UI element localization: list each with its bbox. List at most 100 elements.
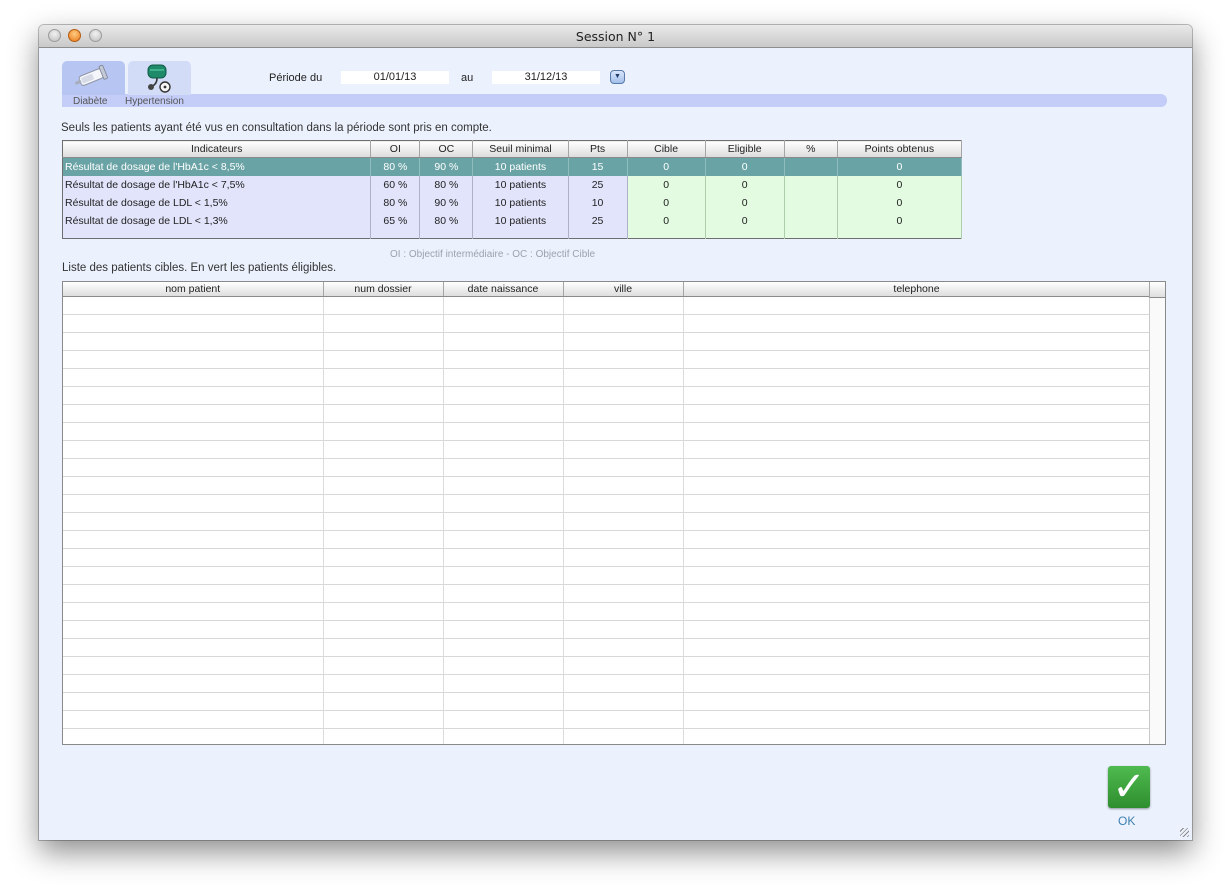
- indicator-oc: 80 %: [419, 176, 474, 194]
- patient-cell: [63, 530, 324, 549]
- indicator-seuil: 10 patients: [472, 212, 569, 230]
- indicator-name: Résultat de dosage de LDL < 1,3%: [62, 212, 372, 230]
- patient-row[interactable]: [63, 638, 1151, 657]
- patient-cell: [443, 602, 564, 621]
- patient-row[interactable]: [63, 512, 1151, 531]
- col-header-indicateurs[interactable]: Indicateurs: [62, 140, 372, 158]
- col-header-telephone[interactable]: telephone: [683, 282, 1151, 297]
- patient-row[interactable]: [63, 728, 1151, 744]
- patient-row[interactable]: [63, 548, 1151, 567]
- indicator-row[interactable]: Résultat de dosage de LDL < 1,3% 65 % 80…: [62, 212, 963, 230]
- indicator-filler-row: [62, 230, 963, 239]
- checkmark-icon: ✓: [1112, 764, 1146, 810]
- indicator-row[interactable]: Résultat de dosage de LDL < 1,5% 80 % 90…: [62, 194, 963, 212]
- patient-row[interactable]: [63, 296, 1151, 315]
- col-header-oc[interactable]: OC: [419, 140, 474, 158]
- patient-cell: [683, 656, 1151, 675]
- patient-cell: [443, 458, 564, 477]
- patient-cell: [443, 296, 564, 315]
- blood-pressure-cuff-icon: [147, 64, 171, 93]
- patient-cell: [323, 494, 444, 513]
- patient-row[interactable]: [63, 332, 1151, 351]
- period-dropdown-button[interactable]: ▼: [610, 70, 625, 84]
- patient-row[interactable]: [63, 386, 1151, 405]
- indicator-cible: 0: [627, 212, 706, 230]
- col-header-nom-patient[interactable]: nom patient: [63, 282, 324, 297]
- col-header-num-dossier[interactable]: num dossier: [323, 282, 444, 297]
- patient-row[interactable]: [63, 566, 1151, 585]
- patient-cell: [563, 620, 684, 639]
- patient-row[interactable]: [63, 602, 1151, 621]
- col-header-cible[interactable]: Cible: [627, 140, 706, 158]
- patient-cell: [63, 458, 324, 477]
- col-header-oi[interactable]: OI: [370, 140, 421, 158]
- patient-cell: [683, 710, 1151, 729]
- patient-row[interactable]: [63, 674, 1151, 693]
- period-end-field[interactable]: 31/12/13: [492, 71, 600, 84]
- col-header-eligible[interactable]: Eligible: [705, 140, 785, 158]
- patient-row[interactable]: [63, 350, 1151, 369]
- col-header-percent[interactable]: %: [784, 140, 838, 158]
- indicator-oi: 65 %: [370, 212, 421, 230]
- patient-cell: [443, 512, 564, 531]
- patient-cell: [63, 440, 324, 459]
- patient-row[interactable]: [63, 530, 1151, 549]
- col-header-pts[interactable]: Pts: [568, 140, 628, 158]
- patient-cell: [63, 674, 324, 693]
- indicator-percent: [784, 194, 838, 212]
- info-text: Seuls les patients ayant été vus en cons…: [61, 122, 492, 134]
- patient-cell: [323, 674, 444, 693]
- title-bar[interactable]: Session N° 1: [39, 25, 1192, 48]
- col-header-points-obtenus[interactable]: Points obtenus: [837, 140, 963, 158]
- indicator-pts: 10: [568, 194, 628, 212]
- col-header-ville[interactable]: ville: [563, 282, 684, 297]
- patient-row[interactable]: [63, 710, 1151, 729]
- patient-row[interactable]: [63, 584, 1151, 603]
- patient-row[interactable]: [63, 692, 1151, 711]
- indicator-name: Résultat de dosage de LDL < 1,5%: [62, 194, 372, 212]
- patient-cell: [63, 404, 324, 423]
- vertical-scrollbar[interactable]: [1149, 298, 1165, 744]
- patient-row[interactable]: [63, 656, 1151, 675]
- patients-table: nom patient num dossier date naissance v…: [63, 282, 1151, 744]
- patient-row[interactable]: [63, 494, 1151, 513]
- patient-row[interactable]: [63, 620, 1151, 639]
- ok-button-label: OK: [1118, 814, 1136, 828]
- col-header-seuil[interactable]: Seuil minimal: [472, 140, 569, 158]
- patient-row[interactable]: [63, 440, 1151, 459]
- patients-caption: Liste des patients cibles. En vert les p…: [62, 262, 337, 274]
- patient-cell: [323, 728, 444, 744]
- indicator-row[interactable]: Résultat de dosage de l'HbA1c < 7,5% 60 …: [62, 176, 963, 194]
- patient-row[interactable]: [63, 404, 1151, 423]
- patient-cell: [63, 314, 324, 333]
- window-title: Session N° 1: [575, 29, 656, 44]
- indicator-oc: 90 %: [419, 157, 474, 176]
- patient-cell: [323, 710, 444, 729]
- indicator-eligible: 0: [705, 157, 785, 176]
- tab-diabete[interactable]: [62, 61, 125, 95]
- patient-cell: [443, 584, 564, 603]
- indicator-eligible: 0: [705, 212, 785, 230]
- indicator-pts: 25: [568, 176, 628, 194]
- patient-row[interactable]: [63, 458, 1151, 477]
- patient-cell: [63, 710, 324, 729]
- indicator-oi: 80 %: [370, 194, 421, 212]
- patient-row[interactable]: [63, 368, 1151, 387]
- patient-cell: [563, 656, 684, 675]
- resize-grip[interactable]: [1180, 828, 1189, 837]
- patient-cell: [323, 656, 444, 675]
- indicator-row[interactable]: Résultat de dosage de l'HbA1c < 8,5% 80 …: [62, 157, 963, 176]
- patient-row[interactable]: [63, 314, 1151, 333]
- patient-cell: [683, 674, 1151, 693]
- patient-row[interactable]: [63, 422, 1151, 441]
- ok-button[interactable]: ✓: [1108, 766, 1150, 808]
- period-start-field[interactable]: 01/01/13: [341, 71, 449, 84]
- indicator-seuil: 10 patients: [472, 176, 569, 194]
- session-window: Session N° 1 Diabète Hypertension Périod…: [39, 25, 1192, 840]
- patients-table-container[interactable]: nom patient num dossier date naissance v…: [62, 281, 1166, 745]
- col-header-date-naissance[interactable]: date naissance: [443, 282, 564, 297]
- patient-cell: [683, 476, 1151, 495]
- tab-hypertension[interactable]: [128, 61, 191, 95]
- patient-row[interactable]: [63, 476, 1151, 495]
- patient-cell: [323, 386, 444, 405]
